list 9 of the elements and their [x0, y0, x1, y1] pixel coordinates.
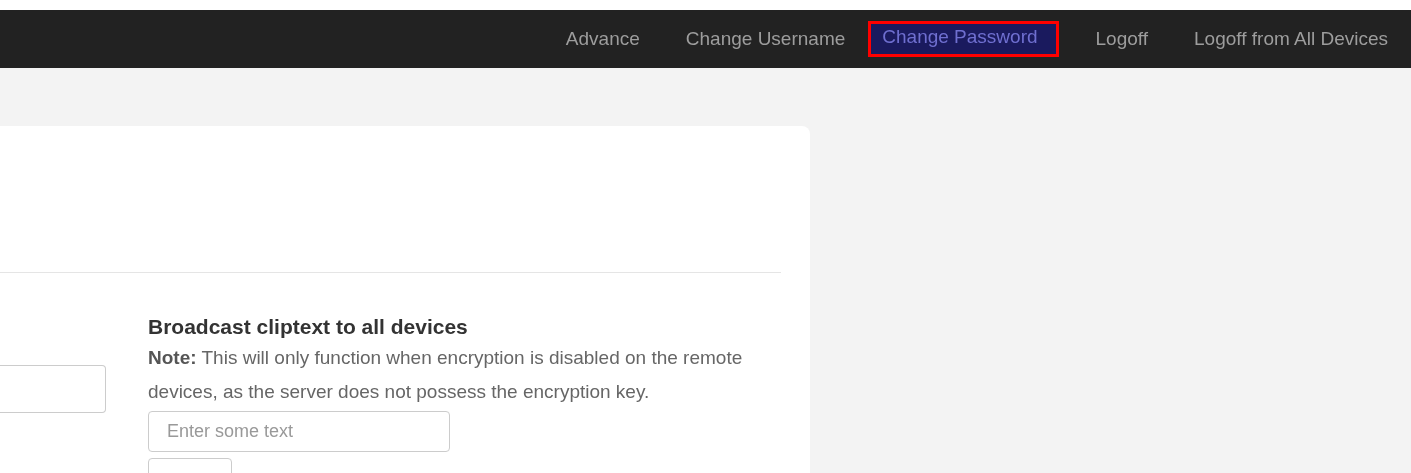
nav-link[interactable]: Change Username	[662, 21, 869, 57]
note-text: Note: This will only function when encryption is disabled on the remote devices, as the server does not possess the encryption key.	[148, 346, 744, 404]
nav-link[interactable]: Logoff from All Devices	[1171, 21, 1411, 57]
nav-link[interactable]: Logoff	[1072, 21, 1172, 57]
text-input[interactable]: Enter some text	[148, 411, 450, 452]
section-title: Broadcast cliptext to all devices	[148, 315, 469, 339]
nav-link[interactable]: Change Password	[868, 21, 1059, 57]
nav-link[interactable]: Advance	[542, 21, 663, 57]
input-field[interactable]	[0, 365, 106, 413]
